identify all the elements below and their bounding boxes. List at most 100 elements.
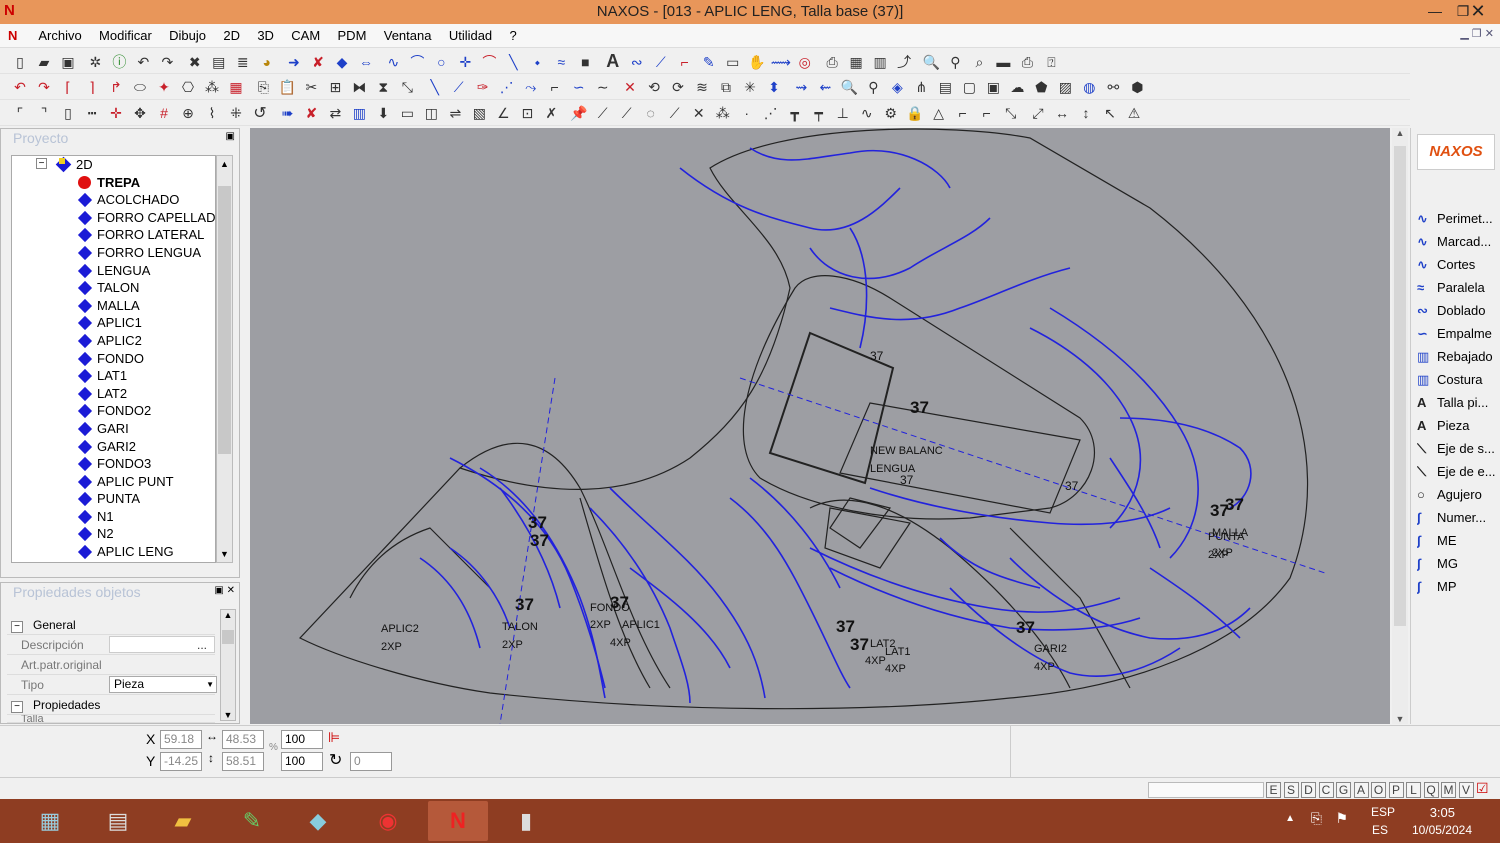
project-tree[interactable]: − 2D TREPA ACOLCHADO FORRO CAPELLADA FORRO…	[11, 155, 216, 563]
canvas-vscrollbar[interactable]: ▲ ▼	[1392, 128, 1408, 724]
nest2-icon[interactable]: ⇜	[815, 76, 835, 98]
undo-icon[interactable]: ↶	[133, 51, 153, 73]
app-menu-icon[interactable]: N	[8, 28, 28, 43]
clock-date[interactable]: 10/05/2024	[1412, 823, 1472, 837]
drop-icon[interactable]: ⬇	[373, 102, 393, 124]
corner3-icon[interactable]: ⌐	[977, 102, 997, 124]
updown-icon[interactable]: ⬍	[764, 76, 784, 98]
close-button[interactable]: ✕	[1456, 0, 1500, 22]
settings-icon[interactable]: ✲	[85, 51, 105, 73]
insert-icon[interactable]: ⊕	[178, 102, 198, 124]
tree-item[interactable]: MALLA	[12, 297, 215, 315]
menu-2d[interactable]: 2D	[216, 24, 247, 47]
arc-tool-icon[interactable]: ↶	[10, 76, 30, 98]
zoom-in-icon[interactable]: 🔍	[921, 51, 941, 73]
pattern-icon[interactable]: ⁂	[202, 76, 222, 98]
new-icon[interactable]: ▯	[10, 51, 30, 73]
lock-icon[interactable]: 🔒	[905, 102, 925, 124]
copy-icon[interactable]: ⎘	[253, 76, 273, 98]
tree-item[interactable]: GARI2	[12, 438, 215, 456]
anchor-icon[interactable]: ⊥	[833, 102, 853, 124]
tool-item[interactable]: ∫ Numer...	[1417, 507, 1500, 529]
canvas-scroll-thumb[interactable]	[1394, 146, 1406, 626]
tree-item[interactable]: N2	[12, 525, 215, 543]
bend-icon[interactable]: ↱	[106, 76, 126, 98]
gear2-icon[interactable]: ⚙	[881, 102, 901, 124]
tool-item[interactable]: ∿ Marcad...	[1417, 231, 1500, 253]
corner-icon[interactable]: ⌜	[10, 102, 30, 124]
minimize-button[interactable]: —	[1420, 0, 1450, 22]
cube-icon[interactable]: ⬢	[1127, 76, 1147, 98]
menu-modificar[interactable]: Modificar	[92, 24, 159, 47]
cross-red-icon[interactable]: ✘	[308, 51, 328, 73]
grid-icon[interactable]: ▦	[846, 51, 866, 73]
tree-item[interactable]: FONDO2	[12, 402, 215, 420]
x-icon[interactable]: ✗	[541, 102, 561, 124]
resize-icon[interactable]: ⤡	[1001, 102, 1021, 124]
launcher-app-icon[interactable]: ▮	[496, 801, 556, 841]
draw-icon[interactable]: ✎	[699, 51, 719, 73]
slash-icon[interactable]: ⟋	[651, 51, 671, 73]
tool-item[interactable]: ⟍ Eje de e...	[1417, 461, 1500, 483]
descripcion-ellipsis-button[interactable]: ...	[197, 635, 207, 655]
comb-icon[interactable]: ┳	[785, 102, 805, 124]
spline-icon[interactable]: ∾	[627, 51, 647, 73]
layers-icon[interactable]: ▤	[209, 51, 229, 73]
zoom-fit-icon[interactable]: ⌕	[969, 51, 989, 73]
status-toggle[interactable]: L	[1406, 782, 1421, 798]
menu-pdm[interactable]: PDM	[331, 24, 374, 47]
pen-icon[interactable]: ✑	[473, 76, 493, 98]
paste-icon[interactable]: 📋	[277, 76, 297, 98]
menu-ventana[interactable]: Ventana	[377, 24, 439, 47]
refresh-icon[interactable]: ↺	[250, 103, 270, 125]
rect-icon[interactable]: ▭	[723, 51, 743, 73]
rotate2-icon[interactable]: ⟳	[668, 76, 688, 98]
stack-icon[interactable]: ≣	[233, 51, 253, 73]
drawing-canvas[interactable]: 37 37 APLIC2 2XP 37 TALON 2XP FONDO 37 2XP APLIC1 4…	[250, 128, 1390, 724]
line-icon[interactable]: ╲	[503, 51, 523, 73]
clock-time[interactable]: 3:05	[1430, 805, 1455, 820]
arc-red-icon[interactable]: ⌒	[479, 51, 499, 73]
morph-icon[interactable]: ≋	[692, 76, 712, 98]
chamfer-icon[interactable]: ⌉	[82, 76, 102, 98]
status-toggle[interactable]: Q	[1423, 782, 1439, 798]
tree-item[interactable]: TALON	[12, 279, 215, 297]
tool-item[interactable]: ≈ Paralela	[1417, 277, 1500, 299]
arc2-tool-icon[interactable]: ↷	[34, 76, 54, 98]
lang-primary[interactable]: ESP	[1371, 805, 1395, 819]
ellipse-icon[interactable]: ⬭	[130, 76, 150, 98]
step-icon[interactable]: ⌐	[545, 76, 565, 98]
tree-item[interactable]: FORRO CAPELLADA	[12, 209, 215, 227]
line-a-icon[interactable]: ╲	[425, 76, 445, 98]
diag3-icon[interactable]: ⟋	[665, 102, 685, 124]
screen-icon[interactable]: ▣	[983, 76, 1003, 98]
zigzag-icon[interactable]: ⋰	[497, 76, 517, 98]
tree-item[interactable]: PUNTA	[12, 490, 215, 508]
angle-icon[interactable]: ∠	[493, 102, 513, 124]
arrow-right-icon[interactable]: ➜	[284, 51, 304, 73]
menu-cam[interactable]: CAM	[284, 24, 327, 47]
globe-icon[interactable]: ◍	[1079, 76, 1099, 98]
tree-item[interactable]: APLIC1	[12, 314, 215, 332]
tool-item[interactable]: ∫ MP	[1417, 576, 1500, 598]
dash-icon[interactable]: ∼	[593, 76, 613, 98]
cloud-icon[interactable]: ☁	[1007, 76, 1027, 98]
tool-item[interactable]: ∿ Cortes	[1417, 254, 1500, 276]
ruler-icon[interactable]: ▬	[993, 51, 1013, 73]
diag2-icon[interactable]: ⟋	[617, 102, 637, 124]
naxos-app-icon[interactable]: N	[428, 801, 488, 841]
width-field[interactable]: 48.53	[222, 730, 264, 749]
zoom-out-icon[interactable]: ⚲	[945, 51, 965, 73]
tool-item[interactable]: ∽ Empalme	[1417, 323, 1500, 345]
x-coord-field[interactable]: 59.18	[160, 730, 202, 749]
tree-item[interactable]: FORRO LENGUA	[12, 244, 215, 262]
tree-item[interactable]: N1	[12, 508, 215, 526]
status-toggle[interactable]: A	[1353, 782, 1369, 798]
warning-icon[interactable]: ⚠	[1124, 102, 1144, 124]
menu-dibujo[interactable]: Dibujo	[162, 24, 213, 47]
cut-icon[interactable]: ✂	[301, 76, 321, 98]
wave-icon[interactable]: ≈	[551, 51, 571, 73]
xcross-icon[interactable]: ✕	[689, 102, 709, 124]
chrome-app-icon[interactable]: ◉	[358, 801, 418, 841]
columns-icon[interactable]: ◫	[421, 102, 441, 124]
